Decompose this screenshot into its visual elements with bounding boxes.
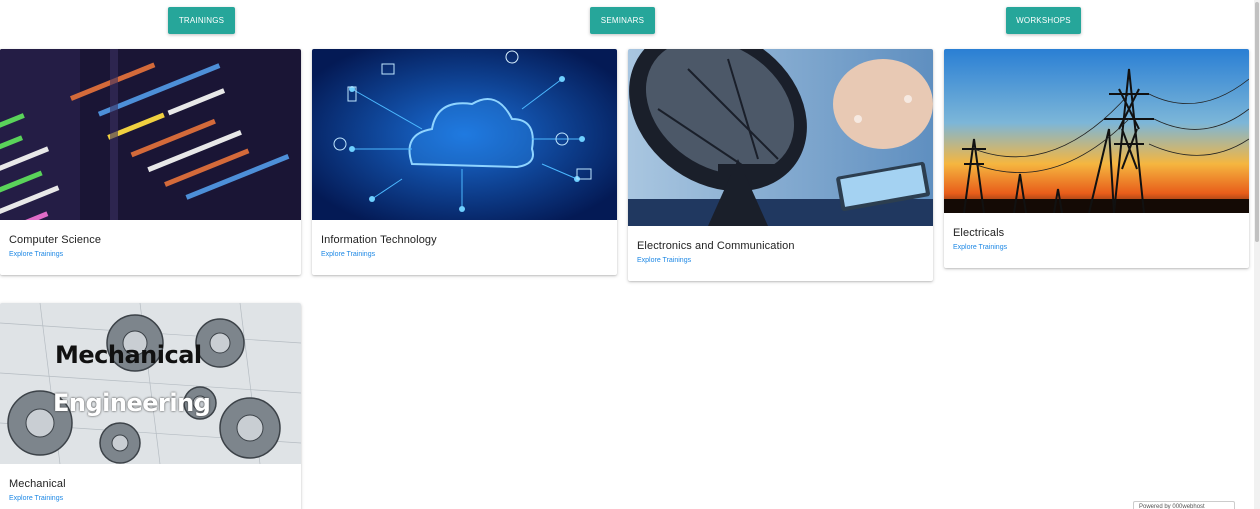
card-computer-science[interactable]: Computer Science Explore Trainings: [0, 49, 301, 275]
trainings-button[interactable]: TRAININGS: [168, 7, 235, 34]
explore-trainings-link[interactable]: Explore Trainings: [9, 495, 292, 502]
powered-by-badge[interactable]: Powered by 000webhost: [1133, 501, 1235, 509]
page-scrollbar[interactable]: [1254, 0, 1260, 509]
explore-trainings-link[interactable]: Explore Trainings: [953, 244, 1240, 251]
card-information-technology[interactable]: Information Technology Explore Trainings: [312, 49, 617, 275]
card-title: Information Technology: [321, 234, 437, 246]
information-technology-image: [312, 49, 617, 220]
card-title: Electronics and Communication: [637, 240, 795, 252]
explore-trainings-link[interactable]: Explore Trainings: [637, 257, 924, 264]
mechanical-image-title-line2: Engineering: [53, 389, 211, 417]
mechanical-image-title-line1: Mechanical: [55, 341, 202, 369]
electronics-communication-image: [628, 49, 933, 226]
electricals-image: [944, 49, 1249, 213]
card-electricals[interactable]: Electricals Explore Trainings: [944, 49, 1249, 268]
scrollbar-thumb[interactable]: [1255, 2, 1259, 242]
computer-science-image: [0, 49, 301, 220]
card-title: Electricals: [953, 227, 1005, 239]
card-mechanical[interactable]: Mechanical Engineering Mechanical Explor…: [0, 303, 301, 509]
mechanical-image: Mechanical Engineering: [0, 303, 301, 464]
seminars-button[interactable]: SEMINARS: [590, 7, 655, 34]
explore-trainings-link[interactable]: Explore Trainings: [9, 251, 292, 258]
card-title: Mechanical: [9, 478, 66, 490]
workshops-button[interactable]: WORKSHOPS: [1006, 7, 1081, 34]
card-title: Computer Science: [9, 234, 102, 246]
card-electronics-communication[interactable]: Electronics and Communication Explore Tr…: [628, 49, 933, 281]
explore-trainings-link[interactable]: Explore Trainings: [321, 251, 608, 258]
